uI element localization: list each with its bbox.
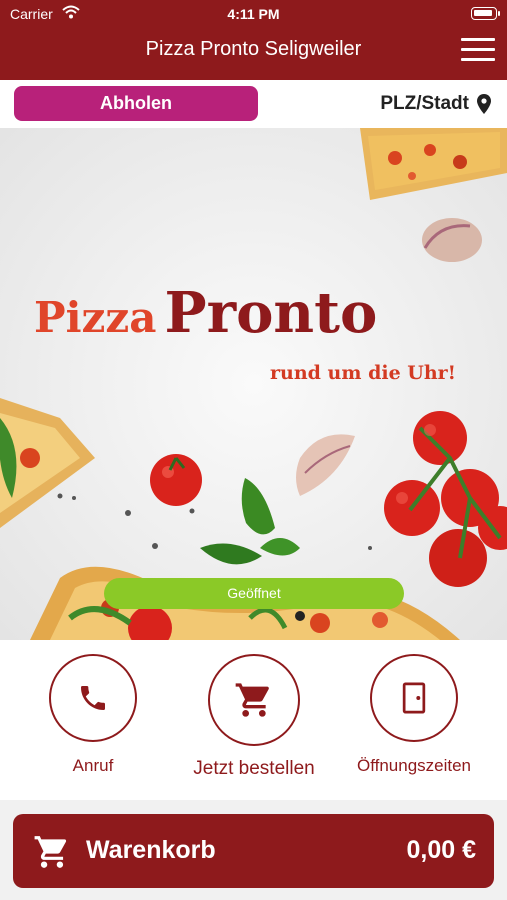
hero-pizza-illustration bbox=[0, 128, 507, 640]
cart-button[interactable]: Warenkorb 0,00 € bbox=[13, 814, 494, 888]
hero-title: Pizza Pronto bbox=[34, 285, 377, 343]
status-time: 4:11 PM bbox=[227, 6, 280, 22]
location-selector[interactable]: PLZ/Stadt bbox=[380, 90, 491, 118]
quick-actions: Anruf Jetzt bestellen Öffnungszeiten bbox=[0, 640, 507, 800]
door-icon bbox=[402, 682, 426, 714]
hero-subtitle: rund um die Uhr! bbox=[270, 362, 457, 384]
order-now-button[interactable]: Jetzt bestellen bbox=[179, 654, 329, 780]
hamburger-menu-icon[interactable] bbox=[461, 38, 495, 64]
cart-label: Warenkorb bbox=[86, 836, 216, 864]
hero-banner: Pizza Pronto rund um die Uhr! bbox=[0, 128, 507, 640]
order-circle bbox=[208, 654, 300, 746]
opening-hours-button[interactable]: Öffnungszeiten bbox=[339, 654, 489, 776]
hero-title-pizza: Pizza bbox=[34, 293, 157, 342]
battery-icon bbox=[471, 7, 500, 20]
phone-icon bbox=[81, 686, 105, 710]
location-label: PLZ/Stadt bbox=[380, 93, 469, 114]
app-header: Carrier 4:11 PM Pizza Pronto Seligweiler bbox=[0, 0, 507, 80]
hero-title-pronto: Pronto bbox=[164, 280, 378, 346]
shopping-cart-icon bbox=[34, 836, 67, 868]
page-title: Pizza Pronto Seligweiler bbox=[145, 38, 362, 60]
open-status-badge: Geöffnet bbox=[104, 578, 404, 609]
pickup-button[interactable]: Abholen bbox=[14, 86, 258, 121]
shopping-cart-icon bbox=[235, 683, 269, 717]
hours-circle bbox=[370, 654, 458, 742]
status-bar: Carrier 4:11 PM bbox=[0, 4, 507, 26]
order-now-label: Jetzt bestellen bbox=[193, 758, 315, 779]
opening-hours-label: Öffnungszeiten bbox=[356, 756, 472, 775]
map-pin-icon bbox=[477, 94, 491, 114]
call-button[interactable]: Anruf bbox=[18, 654, 168, 776]
call-circle bbox=[49, 654, 137, 742]
cart-total: 0,00 € bbox=[406, 836, 476, 864]
call-label: Anruf bbox=[72, 756, 114, 775]
